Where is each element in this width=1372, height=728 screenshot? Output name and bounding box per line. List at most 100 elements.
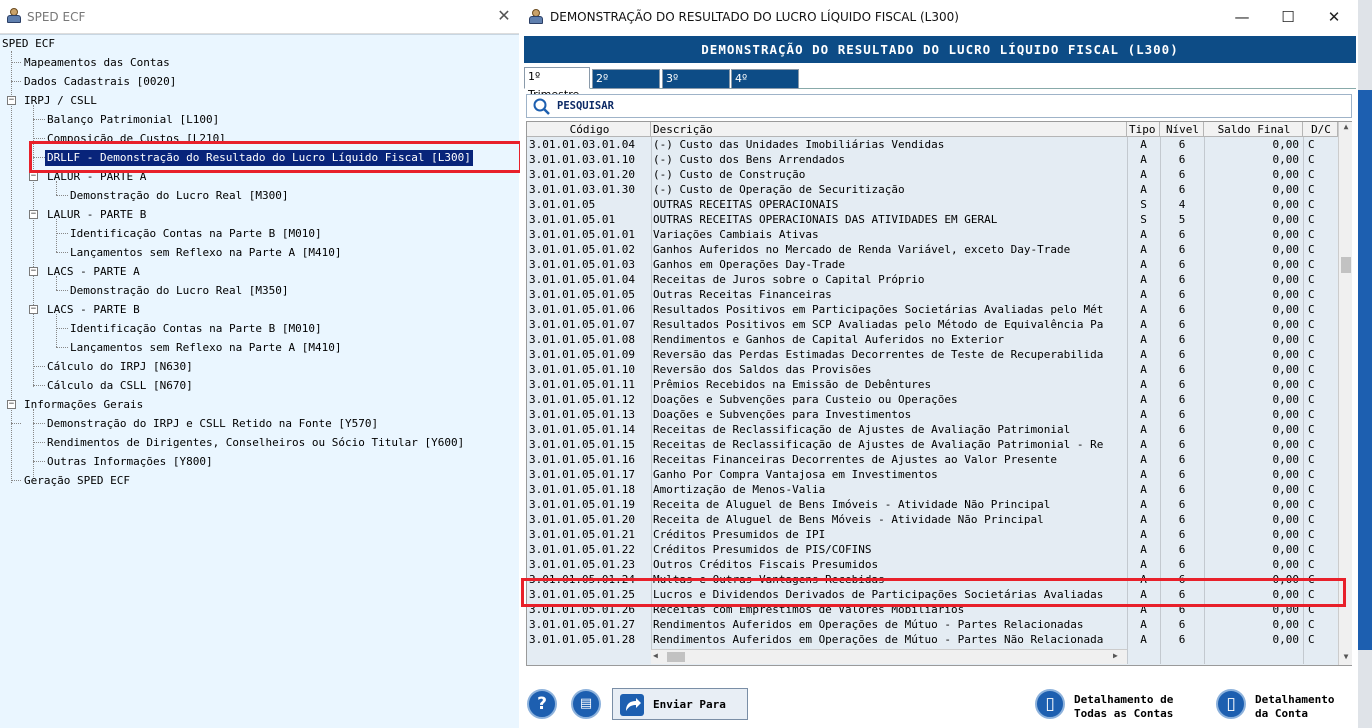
col-header-dc[interactable]: D/C [1303,122,1338,137]
table-cell: 3.01.01.05.01.22 [529,543,635,556]
tree-item-lancamentos-m410-lacs[interactable]: Lançamentos sem Reflexo na Parte A [M410… [68,340,344,356]
table-row[interactable]: 3.01.01.05.01.26 Receitas com Empréstimos… [527,602,1338,617]
table-row[interactable]: 3.01.01.05.01.07 Resultados Positivos em … [527,317,1338,332]
tree-item-irpj-retido-y570[interactable]: Demonstração do IRPJ e CSLL Retido na Fo… [45,416,380,432]
col-header-codigo[interactable]: Código [527,122,651,137]
tree-item-irpj-csll[interactable]: IRPJ / CSLL [22,93,99,109]
table-row[interactable]: 3.01.01.05.01.08 Rendimentos e Ganhos de … [527,332,1338,347]
table-row[interactable]: 3.01.01.05 OUTRAS RECEITAS OPERACIONAIS S 4… [527,197,1338,212]
col-header-nivel[interactable]: Nível [1160,122,1204,137]
table-row[interactable]: 3.01.01.05.01.09 Reversão das Perdas Esti… [527,347,1338,362]
table-row[interactable]: 3.01.01.05.01.20 Receita de Aluguel de Be… [527,512,1338,527]
hscroll-thumb[interactable] [667,652,685,662]
vertical-scrollbar[interactable]: ▲ ▼ [1338,122,1352,665]
tree-item-composicao-custos[interactable]: Composição de Custos [L210] [45,131,228,147]
minimize-icon[interactable]: — [1232,8,1252,26]
table-row[interactable]: 3.01.01.05.01 OUTRAS RECEITAS OPERACIONAI… [527,212,1338,227]
table-row[interactable]: 3.01.01.03.01.30 (-) Custo de Operação de… [527,182,1338,197]
table-row[interactable]: 3.01.01.05.01.02 Ganhos Auferidos no Merc… [527,242,1338,257]
table-row[interactable]: 3.01.01.03.01.04 (-) Custo das Unidades I… [527,137,1338,152]
table-row[interactable]: 3.01.01.05.01.16 Receitas Financeiras Dec… [527,452,1338,467]
tab-2-trimestre[interactable]: 2º Trimestre [592,69,660,103]
tree-item-balanco[interactable]: Balanço Patrimonial [L100] [45,112,221,128]
table-row[interactable]: 3.01.01.03.01.20 (-) Custo de Construção A… [527,167,1338,182]
table-row[interactable]: 3.01.01.05.01.25 Lucros e Dividendos Deri… [527,587,1338,602]
table-row[interactable]: 3.01.01.03.01.10 (-) Custo dos Bens Arren… [527,152,1338,167]
table-row[interactable]: 3.01.01.05.01.21 Créditos Presumidos de I… [527,527,1338,542]
collapse-lacs-a-icon[interactable]: − [29,267,38,276]
table-row[interactable]: 3.01.01.05.01.22 Créditos Presumidos de P… [527,542,1338,557]
tree-item-calculo-csll[interactable]: Cálculo da CSLL [N670] [45,378,195,394]
col-header-tipo[interactable]: Tipo [1127,122,1160,137]
maximize-icon[interactable]: ☐ [1278,8,1298,26]
print-button[interactable]: ▤ [571,689,601,719]
tree-item-lalur-parte-b[interactable]: LALUR - PARTE B [45,207,148,223]
search-bar[interactable]: PESQUISAR [526,94,1352,118]
tree-item-drllf-selected[interactable]: DRLLF - Demonstração do Resultado do Luc… [45,150,473,166]
horizontal-scrollbar[interactable]: ◀ ▶ [651,649,1127,664]
table-cell: C [1308,303,1315,316]
tree-item-identificacao-m010-lacs[interactable]: Identificação Contas na Parte B [M010] [68,321,324,337]
table-cell: 0,00 [1272,483,1300,496]
scroll-down-icon[interactable]: ▼ [1341,652,1351,664]
tree-item-lacs-parte-b[interactable]: LACS - PARTE B [45,302,142,318]
collapse-lacs-b-icon[interactable]: − [29,305,38,314]
table-row[interactable]: 3.01.01.05.01.01 Variações Cambiais Ativa… [527,227,1338,242]
table-row[interactable]: 3.01.01.05.01.17 Ganho Por Compra Vantajo… [527,467,1338,482]
close-icon[interactable]: ✕ [1324,8,1344,26]
tree-root-sped-ecf[interactable]: SPED ECF [0,36,57,52]
tree-item-identificacao-m010[interactable]: Identificação Contas na Parte B [M010] [68,226,324,242]
detail-account-label-1[interactable]: Detalhamento [1255,693,1334,707]
col-header-saldo-final[interactable]: Saldo Final [1204,122,1303,137]
tree-item-calculo-irpj[interactable]: Cálculo do IRPJ [N630] [45,359,195,375]
table-row[interactable]: 3.01.01.05.01.18 Amortização de Menos-Val… [527,482,1338,497]
detail-all-button[interactable]: ▯ [1035,689,1065,719]
tree-item-mapeamentos[interactable]: Mapeamentos das Contas [22,55,172,71]
scroll-right-icon[interactable]: ▶ [1113,651,1123,663]
table-row[interactable]: 3.01.01.05.01.10 Reversão dos Saldos das … [527,362,1338,377]
table-row[interactable]: 3.01.01.05.01.28 Rendimentos Auferidos em… [527,632,1338,647]
tab-1-trimestre[interactable]: 1º Trimestre [524,67,590,101]
send-to-button[interactable]: Enviar Para [612,688,748,720]
tree-item-lancamentos-m410[interactable]: Lançamentos sem Reflexo na Parte A [M410… [68,245,344,261]
tree-item-demonstracao-m300[interactable]: Demonstração do Lucro Real [M300] [68,188,291,204]
scroll-up-icon[interactable]: ▲ [1341,122,1351,134]
tree-item-rendimentos-y600[interactable]: Rendimentos de Dirigentes, Conselheiros … [45,435,466,451]
detail-all-label-2[interactable]: Todas as Contas [1074,707,1173,721]
tree-item-dados-cadastrais[interactable]: Dados Cadastrais [0020] [22,74,178,90]
detail-account-button[interactable]: ▯ [1216,689,1246,719]
table-row[interactable]: 3.01.01.05.01.12 Doações e Subvenções par… [527,392,1338,407]
detail-account-label-2[interactable]: da Conta [1255,707,1308,721]
close-icon[interactable]: ✕ [495,7,513,25]
table-row[interactable]: 3.01.01.05.01.19 Receita de Aluguel de Be… [527,497,1338,512]
table-row[interactable]: 3.01.01.05.01.04 Receitas de Juros sobre … [527,272,1338,287]
tree-item-informacoes-gerais[interactable]: Informações Gerais [22,397,145,413]
table-row[interactable]: 3.01.01.05.01.24 Multas e Outras Vantagen… [527,572,1338,587]
col-header-descricao[interactable]: Descrição [651,122,1127,137]
table-row[interactable]: 3.01.01.05.01.27 Rendimentos Auferidos em… [527,617,1338,632]
collapse-irpj-icon[interactable]: − [7,96,16,105]
table-row[interactable]: 3.01.01.05.01.15 Receitas de Reclassifica… [527,437,1338,452]
table-cell: C [1308,498,1315,511]
scroll-left-icon[interactable]: ◀ [653,651,663,663]
tab-4-trimestre[interactable]: 4º Trimestre [731,69,799,103]
tree-item-geracao-sped[interactable]: Geração SPED ECF [22,473,132,489]
collapse-lalur-a-icon[interactable]: − [29,172,38,181]
tree-item-lacs-parte-a[interactable]: LACS - PARTE A [45,264,142,280]
tree-item-demonstracao-m350[interactable]: Demonstração do Lucro Real [M350] [68,283,291,299]
collapse-info-gerais-icon[interactable]: − [7,400,16,409]
tree-item-lalur-parte-a[interactable]: LALUR - PARTE A [45,169,148,185]
table-row[interactable]: 3.01.01.05.01.14 Receitas de Reclassifica… [527,422,1338,437]
table-row[interactable]: 3.01.01.05.01.06 Resultados Positivos em … [527,302,1338,317]
collapse-lalur-b-icon[interactable]: − [29,210,38,219]
table-row[interactable]: 3.01.01.05.01.05 Outras Receitas Financei… [527,287,1338,302]
table-row[interactable]: 3.01.01.05.01.23 Outros Créditos Fiscais … [527,557,1338,572]
tree-item-outras-y800[interactable]: Outras Informações [Y800] [45,454,215,470]
detail-all-label-1[interactable]: Detalhamento de [1074,693,1173,707]
table-row[interactable]: 3.01.01.05.01.11 Prêmios Recebidos na Emi… [527,377,1338,392]
help-button[interactable]: ? [527,689,557,719]
tab-3-trimestre[interactable]: 3º Trimestre [662,69,730,103]
table-row[interactable]: 3.01.01.05.01.03 Ganhos em Operações Day-… [527,257,1338,272]
table-row[interactable]: 3.01.01.05.01.13 Doações e Subvenções par… [527,407,1338,422]
scroll-thumb[interactable] [1341,257,1351,273]
